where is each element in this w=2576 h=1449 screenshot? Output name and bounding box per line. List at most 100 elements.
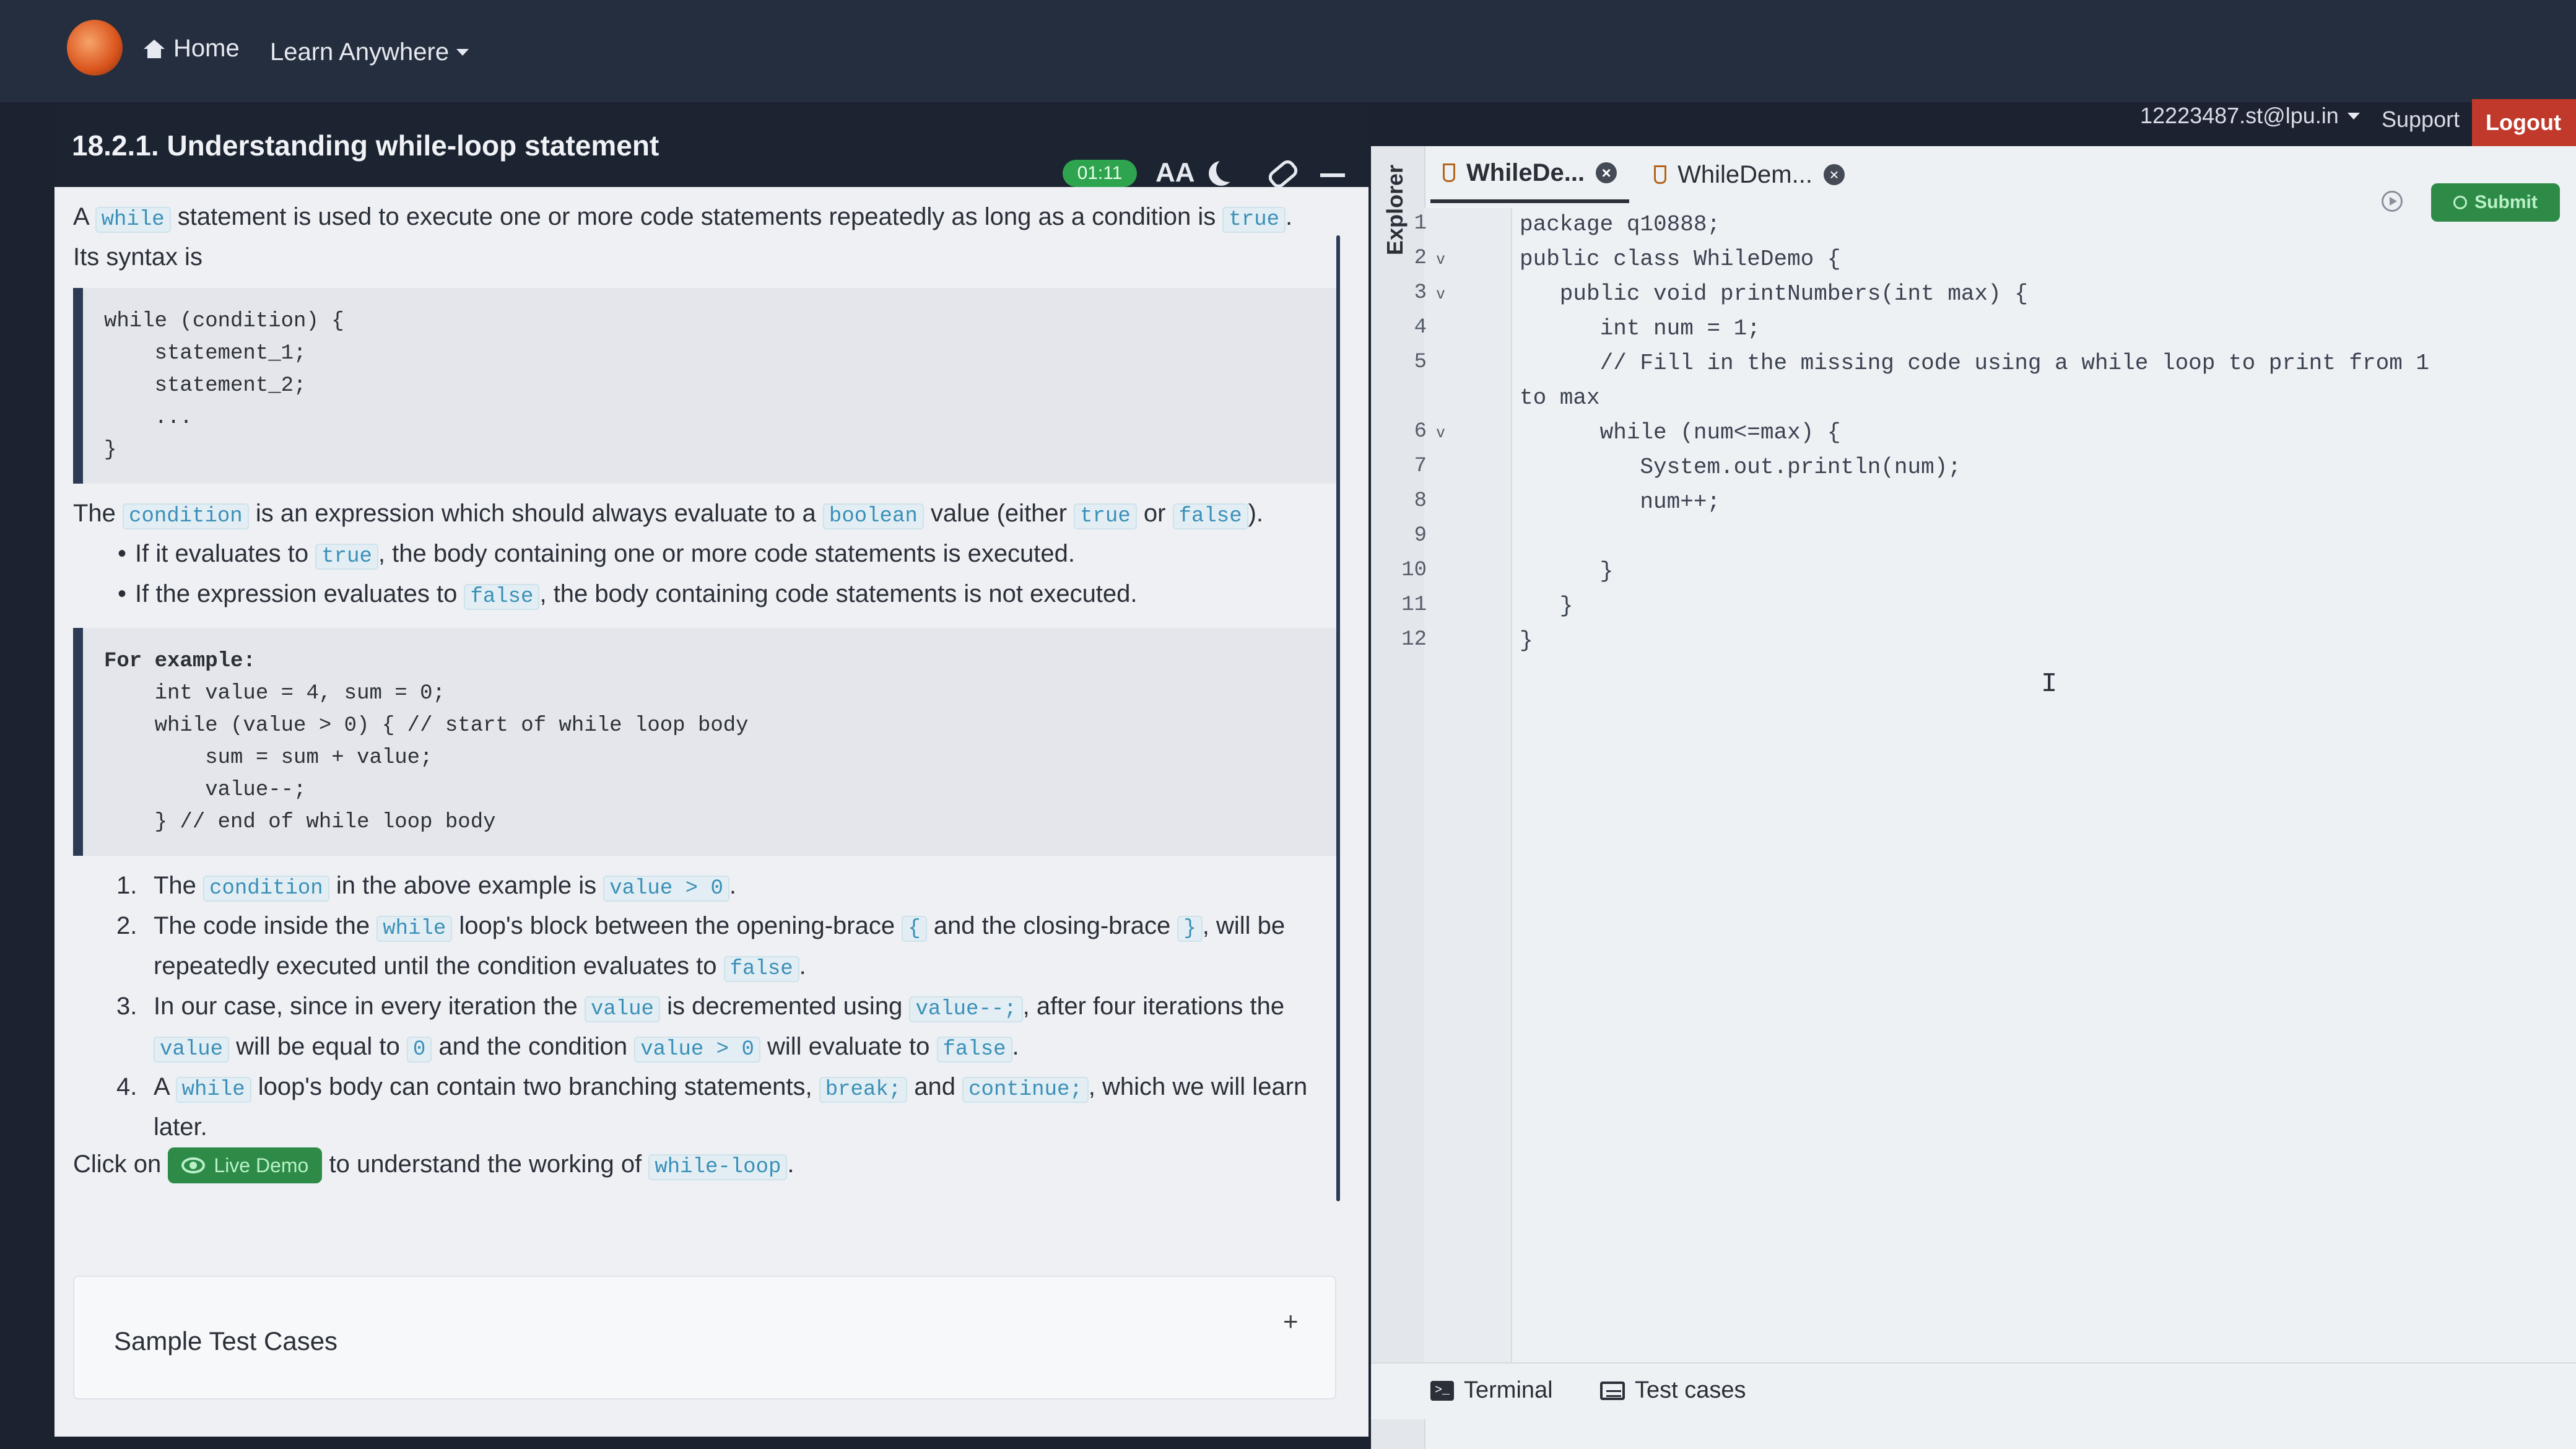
problem-header: 18.2.1. Understanding while-loop stateme…: [54, 105, 1368, 191]
logout-button[interactable]: Logout: [2472, 99, 2576, 146]
line-number-gutter: [1424, 208, 1512, 1372]
explorer-label[interactable]: Explorer: [1382, 165, 1408, 255]
code-text: // Fill in the missing code using a whil…: [1520, 350, 2430, 376]
code-line[interactable]: 3v public void printNumbers(int max) {: [1414, 277, 2564, 312]
live-demo-button[interactable]: Live Demo: [168, 1147, 323, 1184]
line-number: 2: [1414, 246, 1427, 270]
text: and: [914, 1073, 956, 1100]
fold-icon[interactable]: v: [1437, 284, 1445, 303]
nav-learn-anywhere-dropdown[interactable]: Learn Anywhere: [270, 38, 469, 66]
problem-description: A while statement is used to execute one…: [73, 198, 1342, 1186]
code-line[interactable]: 12}: [1401, 624, 2564, 659]
close-icon[interactable]: ×: [1596, 162, 1617, 183]
code-line[interactable]: 5 // Fill in the missing code using a wh…: [1414, 347, 2564, 381]
line-number: 1: [1414, 212, 1427, 235]
inline-code: boolean: [822, 503, 924, 529]
inline-code: condition: [123, 503, 249, 529]
list-number: 1.: [116, 872, 137, 899]
text: In our case, since in every iteration th…: [154, 993, 578, 1020]
code-line[interactable]: 9: [1414, 520, 2564, 555]
code-line[interactable]: 2 v public class WhileDemo {: [1414, 243, 2564, 277]
list-number: 3.: [116, 993, 137, 1020]
inline-code: false: [1172, 503, 1248, 529]
text: If it evaluates to: [135, 540, 309, 567]
editor-bottom-bar: >_ Terminal Test cases: [1371, 1362, 2576, 1419]
inline-code: value > 0: [603, 876, 729, 902]
timer-badge: 01:11: [1063, 160, 1137, 187]
line-number: 6: [1414, 420, 1427, 443]
text: will be equal to: [236, 1033, 400, 1060]
problem-panel: 18.2.1. Understanding while-loop stateme…: [54, 105, 1368, 1437]
code-line: For example:: [104, 650, 256, 673]
code-line: statement_2;: [104, 374, 307, 398]
code-line[interactable]: to max: [1511, 381, 2564, 416]
inline-code: {: [902, 916, 927, 942]
text: Click on: [73, 1151, 162, 1178]
code-editor-pane: Explorer WhileDe... × WhileDem... × Subm…: [1371, 146, 2576, 1449]
fold-icon[interactable]: v: [1437, 422, 1445, 442]
inline-code: false: [936, 1037, 1012, 1063]
example-code-block: For example: int value = 4, sum = 0; whi…: [73, 628, 1336, 856]
sample-test-cases-accordion[interactable]: Sample Test Cases +: [73, 1276, 1336, 1399]
live-demo-label: Live Demo: [214, 1154, 309, 1177]
code-text: public void printNumbers(int max) {: [1520, 281, 2028, 307]
close-icon[interactable]: ×: [1823, 164, 1845, 185]
line-number: 12: [1401, 628, 1427, 651]
list-item: If the expression evaluates to false, th…: [73, 575, 1342, 616]
code-line[interactable]: 10 }: [1401, 555, 2564, 590]
code-line[interactable]: 1 package q10888;: [1414, 208, 2564, 243]
text: loop's body can contain two branching st…: [258, 1073, 812, 1100]
fold-icon[interactable]: v: [1437, 249, 1445, 268]
code-line: while (condition) {: [104, 310, 344, 333]
code-line[interactable]: 4 int num = 1;: [1414, 312, 2564, 347]
inline-code: while-loop: [648, 1154, 788, 1180]
tab-label: WhileDem...: [1677, 160, 1812, 188]
inline-code: true: [1222, 207, 1286, 233]
code-text: while (num<=max) {: [1520, 420, 1841, 445]
line-number: 3: [1414, 281, 1427, 305]
user-menu[interactable]: 12223487.st@lpu.in: [2140, 103, 2360, 129]
description-scrollbar[interactable]: [1336, 235, 1340, 1201]
code-line: }: [104, 438, 117, 462]
terminal-label: Terminal: [1464, 1377, 1553, 1403]
terminal-tab[interactable]: >_ Terminal: [1430, 1377, 1553, 1404]
code-line: ...: [104, 406, 193, 430]
editor-tabs: WhileDe... × WhileDem... ×: [1430, 146, 1857, 203]
syntax-label: Its syntax is: [73, 243, 202, 271]
text: loop's block between the opening-brace: [459, 912, 895, 939]
text: .: [787, 1151, 794, 1178]
tab-label: WhileDe...: [1466, 159, 1585, 186]
tab-whiledemo-active[interactable]: WhileDe... ×: [1430, 146, 1630, 203]
inline-code: condition: [203, 876, 329, 902]
code-line[interactable]: 8 num++;: [1414, 485, 2564, 520]
minimize-icon[interactable]: [1320, 173, 1345, 177]
font-size-icon[interactable]: AA: [1155, 157, 1195, 188]
nav-home-link[interactable]: Home: [144, 35, 240, 63]
list-item: 4. A while loop's body can contain two b…: [73, 1068, 1342, 1146]
top-nav: Home Learn Anywhere: [0, 0, 2576, 102]
support-link[interactable]: Support: [2382, 107, 2460, 133]
java-file-icon: [1654, 165, 1667, 184]
inline-code: while: [175, 1077, 251, 1103]
code-line[interactable]: 6v while (num<=max) {: [1414, 416, 2564, 451]
home-icon: [144, 39, 165, 58]
inline-code: value > 0: [634, 1037, 760, 1063]
lpu-logo[interactable]: [67, 20, 123, 76]
code-line[interactable]: 11 }: [1401, 590, 2564, 624]
code-text: package q10888;: [1520, 212, 1721, 237]
explorer-sidebar[interactable]: Explorer: [1371, 146, 1425, 1449]
chevron-down-icon: [456, 49, 469, 56]
code-editor[interactable]: 1 package q10888; 2 v public class WhileDem…: [1401, 208, 2564, 659]
test-cases-tab[interactable]: Test cases: [1600, 1377, 1746, 1404]
text: .: [1286, 203, 1293, 230]
link-icon[interactable]: [1265, 157, 1301, 191]
code-text: public class WhileDemo {: [1520, 246, 1841, 272]
tab-whiledemo[interactable]: WhileDem... ×: [1642, 146, 1857, 203]
syntax-code-block: while (condition) { statement_1; stateme…: [73, 288, 1336, 484]
dark-mode-icon[interactable]: [1216, 157, 1241, 182]
expand-plus-icon[interactable]: +: [1283, 1307, 1299, 1336]
code-line[interactable]: 7 System.out.println(num);: [1414, 451, 2564, 485]
text: in the above example is: [336, 872, 597, 899]
line-number: 8: [1414, 489, 1427, 513]
inline-code: value: [154, 1037, 230, 1063]
